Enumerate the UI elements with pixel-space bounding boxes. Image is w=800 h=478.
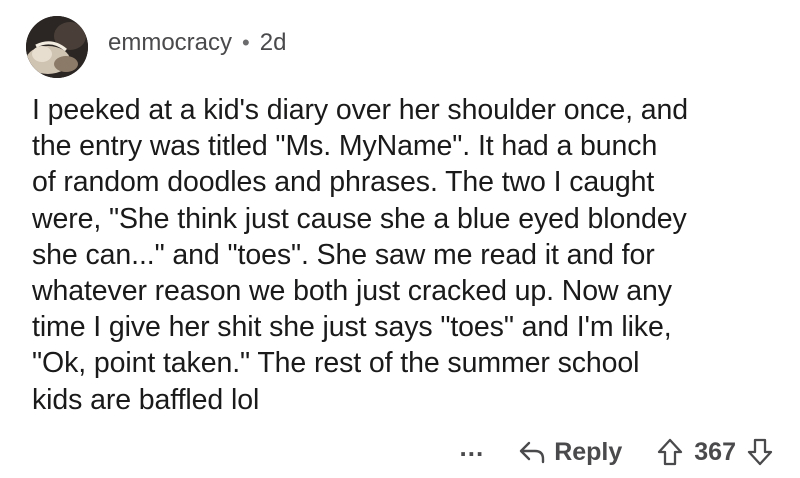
meta-separator: • bbox=[242, 30, 250, 55]
upvote-button[interactable] bbox=[656, 437, 684, 467]
more-dots-icon: ... bbox=[459, 432, 485, 462]
avatar[interactable] bbox=[26, 16, 88, 78]
comment-body: I peeked at a kid's diary over her shoul… bbox=[32, 94, 689, 416]
comment-meta: emmocracy • 2d bbox=[108, 29, 286, 57]
downvote-arrow-icon bbox=[747, 438, 773, 466]
avatar-image bbox=[26, 16, 88, 78]
upvote-arrow-icon bbox=[658, 438, 683, 466]
reply-label: Reply bbox=[554, 437, 623, 466]
comment-card: emmocracy • 2d I peeked at a kid's diary… bbox=[0, 0, 800, 478]
comment-header: emmocracy • 2d bbox=[26, 12, 286, 82]
comment-actions: ... Reply 367 bbox=[460, 432, 774, 472]
downvote-button[interactable] bbox=[746, 437, 774, 467]
reply-arrow-icon bbox=[519, 441, 545, 464]
more-options-button[interactable]: ... bbox=[460, 434, 485, 460]
vote-controls: 367 bbox=[656, 437, 774, 467]
vote-score: 367 bbox=[694, 437, 736, 466]
reply-button[interactable]: Reply bbox=[518, 438, 622, 467]
username-link[interactable]: emmocracy bbox=[108, 29, 232, 57]
comment-age: 2d bbox=[259, 29, 287, 56]
